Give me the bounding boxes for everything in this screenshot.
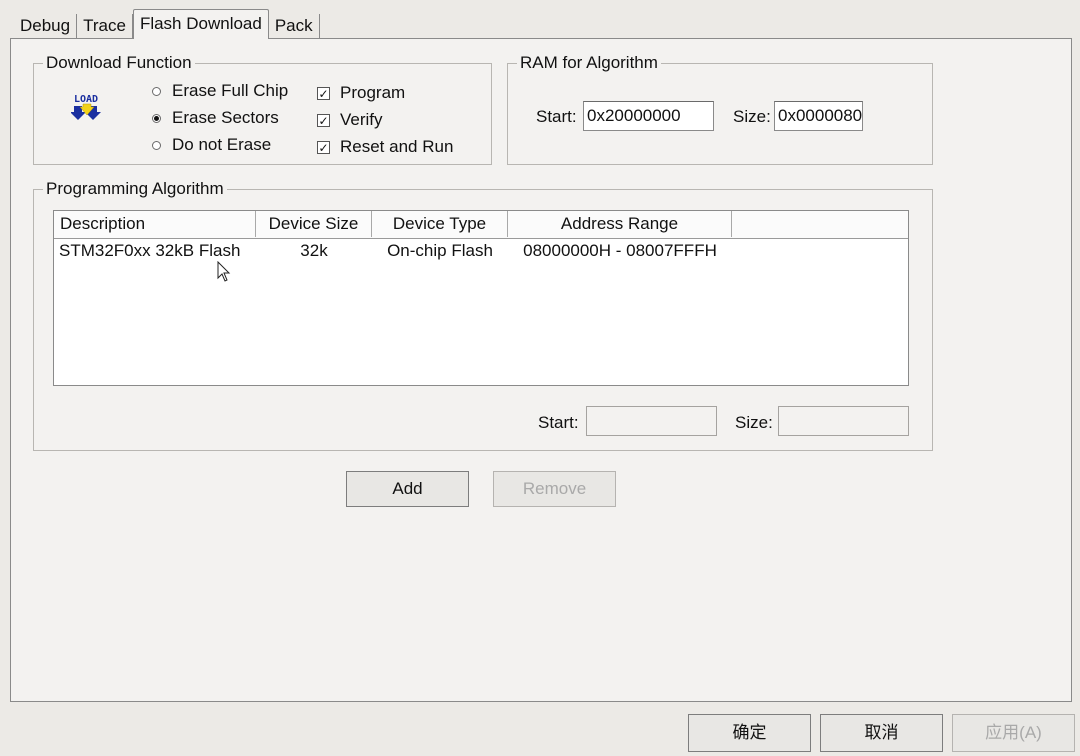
radio-erase-full-chip-label: Erase Full Chip — [172, 81, 289, 100]
algorithm-start-label: Start: — [538, 413, 579, 432]
row-device-type: On-chip Flash — [387, 241, 493, 260]
radio-erase-sectors[interactable]: Erase Sectors — [152, 108, 279, 128]
flash-download-panel: Download Function LOAD Erase Full Chip E… — [10, 38, 1072, 702]
radio-erase-full-chip[interactable]: Erase Full Chip — [152, 81, 288, 101]
column-header-device-type[interactable]: Device Type — [372, 211, 508, 237]
apply-button[interactable]: 应用(A) — [952, 714, 1075, 752]
radio-erase-full-chip-circle[interactable] — [152, 86, 161, 96]
checkbox-program[interactable]: ✓ Program — [317, 83, 405, 103]
table-row[interactable]: STM32F0xx 32kB Flash 32k On-chip Flash 0… — [54, 239, 908, 265]
programming-algorithm-title: Programming Algorithm — [43, 179, 227, 199]
radio-erase-sectors-label: Erase Sectors — [172, 108, 279, 127]
column-header-device-size[interactable]: Device Size — [256, 211, 372, 237]
tab-strip: Debug Trace Flash Download Pack — [14, 9, 320, 39]
checkbox-verify[interactable]: ✓ Verify — [317, 110, 383, 130]
column-header-address-range[interactable]: Address Range — [508, 211, 732, 237]
row-device-size: 32k — [300, 241, 328, 260]
ok-button[interactable]: 确定 — [688, 714, 811, 752]
row-address-range: 08000000H - 08007FFFH — [523, 241, 717, 260]
checkbox-program-box[interactable]: ✓ — [317, 86, 330, 100]
algorithm-size-label: Size: — [735, 413, 773, 432]
ram-size-input[interactable]: 0x0000080 — [774, 101, 863, 131]
ram-size-label: Size: — [733, 107, 771, 126]
radio-erase-sectors-circle[interactable] — [152, 113, 161, 123]
checkbox-verify-box[interactable]: ✓ — [317, 113, 330, 127]
tab-debug[interactable]: Debug — [14, 14, 78, 38]
tab-pack[interactable]: Pack — [269, 14, 320, 38]
algorithm-start-input[interactable] — [586, 406, 717, 436]
checkbox-reset-and-run[interactable]: ✓ Reset and Run — [317, 137, 453, 157]
row-description: STM32F0xx 32kB Flash — [59, 241, 241, 260]
load-icon: LOAD — [71, 94, 101, 120]
checkbox-reset-and-run-label: Reset and Run — [340, 137, 454, 156]
mouse-cursor-icon — [217, 261, 231, 282]
checkbox-program-label: Program — [340, 83, 406, 102]
cancel-button[interactable]: 取消 — [820, 714, 943, 752]
ram-for-algorithm-title: RAM for Algorithm — [517, 53, 661, 73]
column-header-description[interactable]: Description — [54, 211, 256, 237]
download-function-title: Download Function — [43, 53, 195, 73]
radio-do-not-erase[interactable]: Do not Erase — [152, 135, 271, 155]
ram-start-input[interactable]: 0x20000000 — [583, 101, 714, 131]
tab-flash-download[interactable]: Flash Download — [132, 9, 269, 39]
tab-trace[interactable]: Trace — [77, 14, 133, 38]
algorithm-size-input[interactable] — [778, 406, 909, 436]
algorithm-list[interactable]: Description Device Size Device Type Addr… — [53, 210, 909, 386]
ram-start-label: Start: — [536, 107, 577, 126]
remove-button[interactable]: Remove — [493, 471, 616, 507]
load-icon-text: LOAD — [74, 94, 98, 105]
radio-do-not-erase-circle[interactable] — [152, 140, 161, 150]
algorithm-list-header: Description Device Size Device Type Addr… — [54, 211, 908, 239]
checkbox-reset-and-run-box[interactable]: ✓ — [317, 140, 330, 154]
radio-do-not-erase-label: Do not Erase — [172, 135, 272, 154]
checkbox-verify-label: Verify — [340, 110, 383, 129]
add-button[interactable]: Add — [346, 471, 469, 507]
